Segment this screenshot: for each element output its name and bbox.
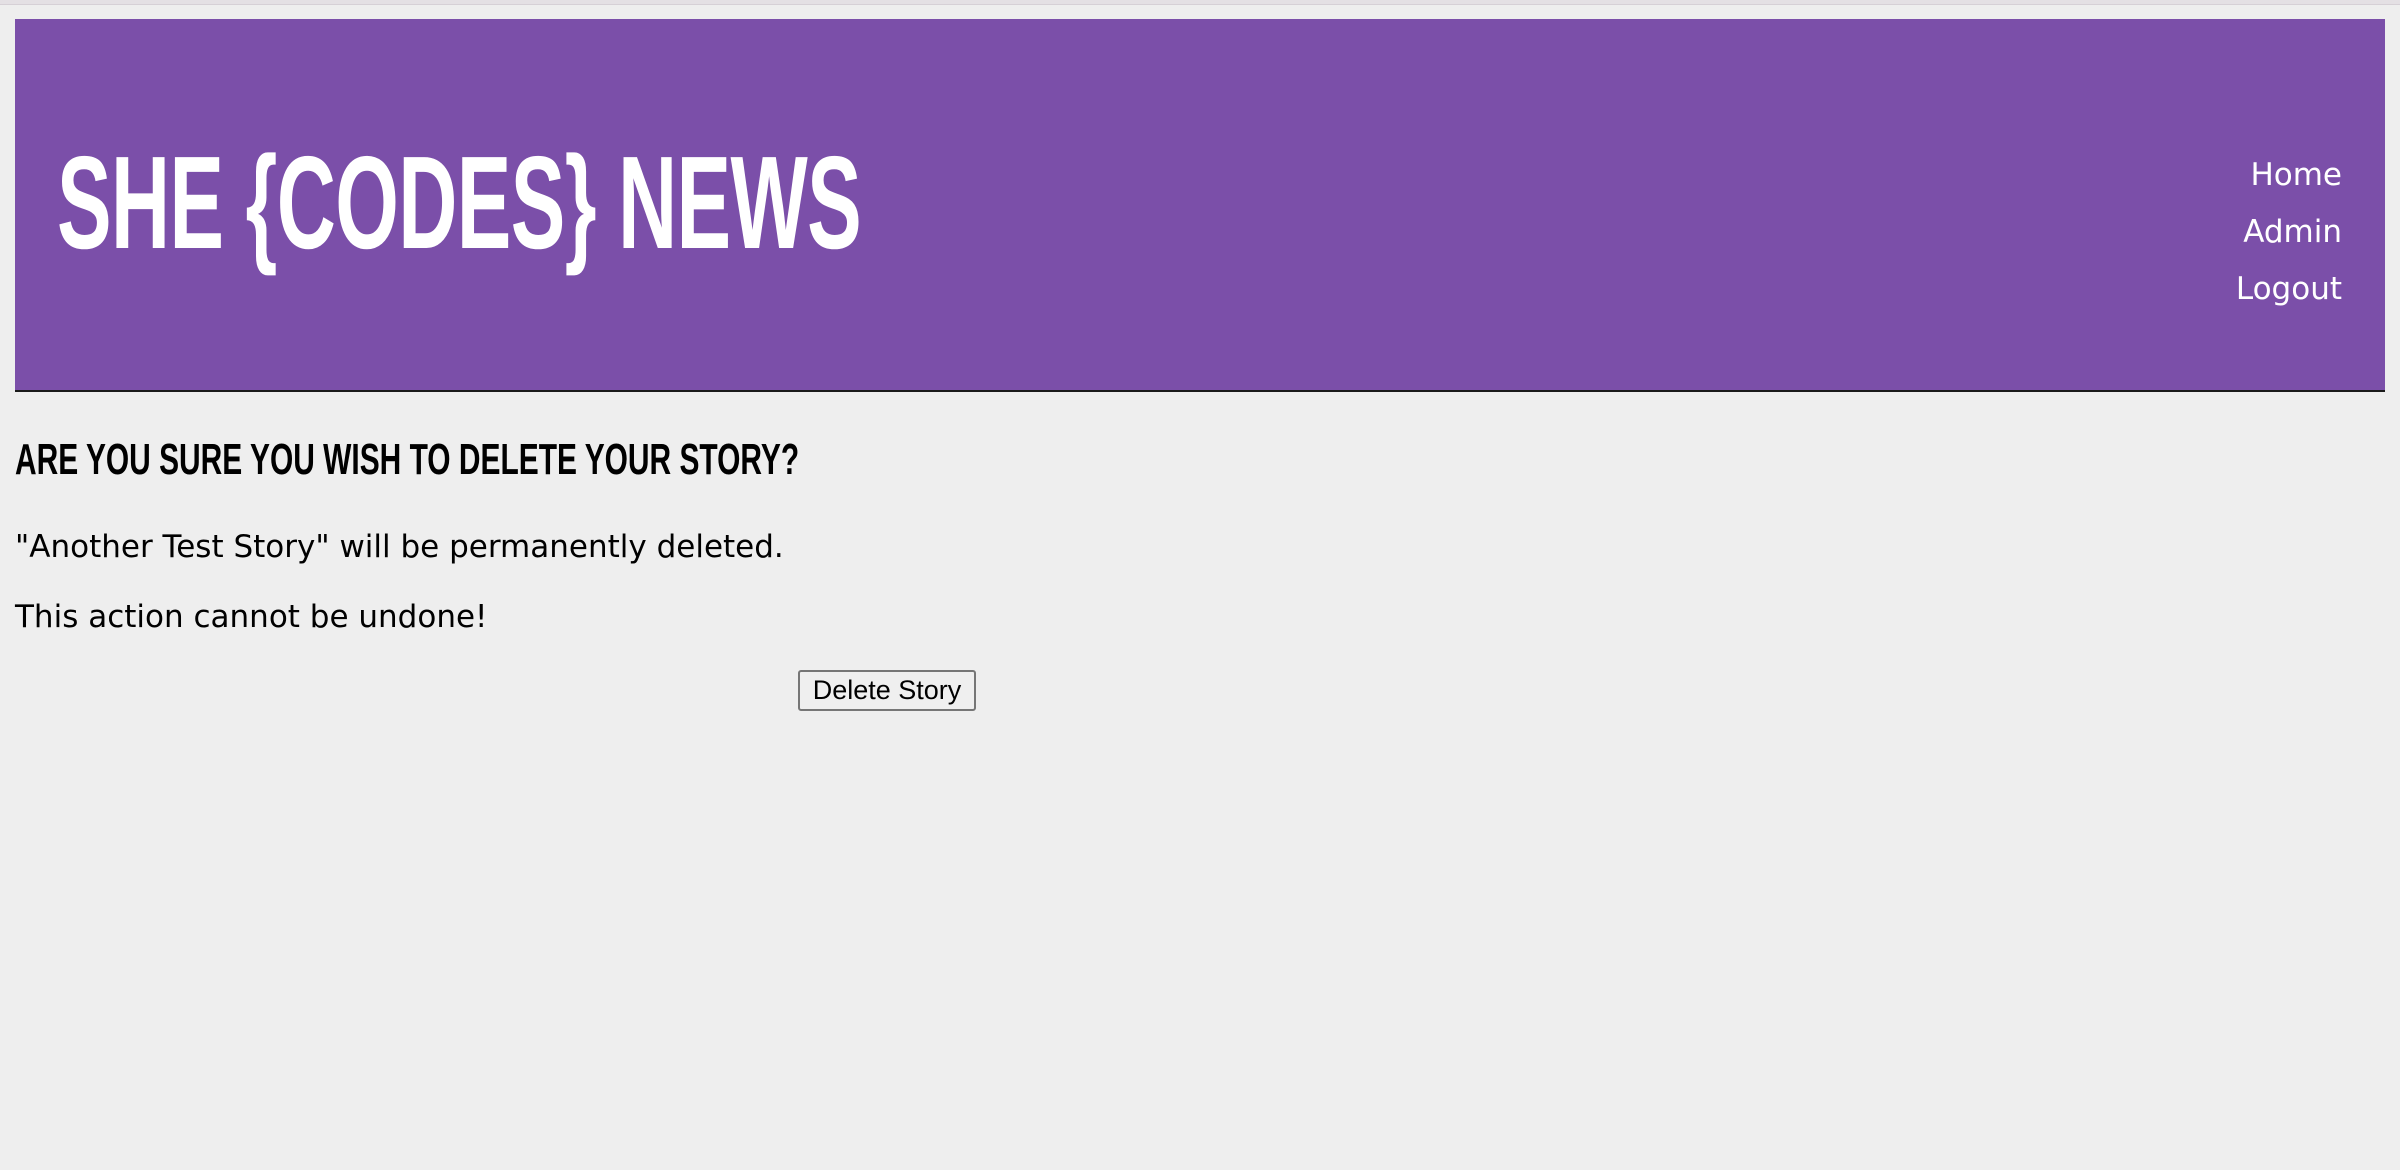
nav-link-admin[interactable]: Admin [2243, 204, 2342, 261]
page-title: Are you sure you wish to delete your sto… [15, 435, 800, 484]
delete-story-button[interactable]: Delete Story [798, 670, 976, 711]
nav-link-home[interactable]: Home [2250, 147, 2342, 204]
browser-top-strip [0, 0, 2400, 5]
warning-message: This action cannot be undone! [15, 599, 488, 635]
main-nav: Home Admin Logout [2236, 147, 2342, 318]
site-title[interactable]: SHE {CODES} NEWS [57, 137, 862, 269]
nav-link-logout[interactable]: Logout [2236, 261, 2342, 318]
site-header: SHE {CODES} NEWS Home Admin Logout [15, 19, 2385, 392]
delete-message: "Another Test Story" will be permanently… [15, 529, 784, 565]
